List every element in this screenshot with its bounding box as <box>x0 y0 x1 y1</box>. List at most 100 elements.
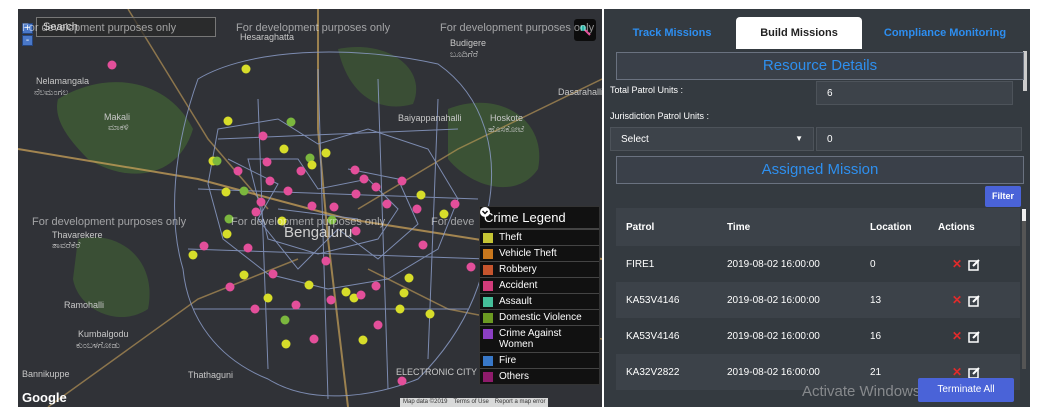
table-scrollbar[interactable] <box>1022 209 1026 369</box>
patrol-cell: KA53V4146 <box>626 294 680 306</box>
chevron-down-icon[interactable] <box>480 207 490 217</box>
mission-table: Patrol Time Location Actions FIRE1 2019-… <box>616 208 1020 390</box>
place-label: Kumbalgodu <box>78 329 129 339</box>
place-label: Ramohalli <box>64 300 105 310</box>
patrol-cell: KA53V4146 <box>626 330 680 342</box>
tab-track-missions[interactable]: Track Missions <box>608 17 736 49</box>
place-label: Makali <box>104 112 131 122</box>
assigned-mission-title: Assigned Mission <box>616 156 1024 184</box>
map-attribution: Map data ©2019 Terms of Use Report a map… <box>400 398 549 407</box>
legend-label: Accident <box>499 280 538 291</box>
legend-swatch <box>483 233 493 243</box>
time-cell: 2019-08-02 16:00:00 <box>727 366 820 378</box>
edit-icon[interactable] <box>968 330 981 343</box>
total-units-label: Total Patrol Units : <box>610 85 684 95</box>
delete-icon[interactable]: ✕ <box>952 329 962 343</box>
jurisdiction-units-field[interactable]: 0 <box>816 127 1022 151</box>
place-label: Budigere <box>450 38 487 48</box>
mission-panel: Track Missions Build Missions Compliance… <box>604 9 1030 407</box>
legend-label: Assault <box>499 296 532 307</box>
legend-title: Crime Legend <box>484 210 566 225</box>
legend-item-crime-against-women: Crime Against Women <box>480 325 599 352</box>
place-label: ಹೊಸಕೋಟೆ <box>488 124 525 134</box>
legend-header[interactable]: Crime Legend <box>480 207 599 229</box>
delete-icon[interactable]: ✕ <box>952 365 962 379</box>
table-scroll-thumb[interactable] <box>1022 209 1026 221</box>
delete-icon[interactable]: ✕ <box>952 257 962 271</box>
zoom-out-button[interactable]: - <box>22 35 33 46</box>
table-row: FIRE1 2019-08-02 16:00:00 0 ✕ <box>616 246 1020 282</box>
place-label: Thathaguni <box>188 370 234 380</box>
filter-button[interactable]: Filter <box>985 186 1021 207</box>
time-cell: 2019-08-02 16:00:00 <box>727 258 820 270</box>
legend-item-theft: Theft <box>480 229 599 245</box>
place-label: ELECTRONIC CITY <box>396 367 478 377</box>
terms-link[interactable]: Terms of Use <box>453 399 488 406</box>
patrol-cell: KA32V2822 <box>626 366 680 378</box>
table-header: Patrol Time Location Actions <box>616 208 1020 246</box>
edit-icon[interactable] <box>968 366 981 379</box>
dropdown-arrow-icon: ▼ <box>795 134 803 143</box>
legend-label: Robbery <box>499 264 537 275</box>
place-label: Baiyappanahalli <box>398 113 462 123</box>
place-label: Hesaraghatta <box>240 32 295 42</box>
place-label: Bannikuppe <box>22 369 70 379</box>
terminate-all-button[interactable]: Terminate All <box>918 378 1014 402</box>
location-cell: 13 <box>870 294 882 306</box>
legend-label: Domestic Violence <box>499 312 582 323</box>
crime-map[interactable]: Bengaluru + - Search For development pur… <box>18 9 602 407</box>
map-data-text: Map data ©2019 <box>403 399 448 405</box>
legend-item-assault: Assault <box>480 293 599 309</box>
total-units-field[interactable]: 6 <box>816 81 1013 105</box>
delete-icon[interactable]: ✕ <box>952 293 962 307</box>
edit-icon[interactable] <box>968 294 981 307</box>
legend-swatch <box>483 249 493 259</box>
legend-swatch <box>483 329 493 339</box>
report-error-link[interactable]: Report a map error <box>495 399 546 406</box>
location-cell: 21 <box>870 366 882 378</box>
edit-icon[interactable] <box>968 258 981 271</box>
location-cell: 0 <box>870 258 876 270</box>
legend-swatch <box>483 313 493 323</box>
actions-cell: ✕ <box>928 293 1020 307</box>
time-cell: 2019-08-02 16:00:00 <box>727 330 820 342</box>
place-label: ತಾವರೆಕೆರೆ <box>52 240 81 250</box>
legend-label: Others <box>499 371 530 382</box>
actions-cell: ✕ <box>928 329 1020 343</box>
dev-watermark: For development purposes only <box>440 22 595 34</box>
crime-legend: Crime Legend Theft Vehicle Theft Robbery… <box>479 206 600 385</box>
legend-item-others: Others <box>480 368 599 384</box>
tab-compliance-monitoring[interactable]: Compliance Monitoring <box>862 17 1028 49</box>
place-label: Hoskote <box>490 113 524 123</box>
resource-details-title: Resource Details <box>616 52 1024 80</box>
legend-label: Vehicle Theft <box>499 248 557 259</box>
place-label: Nelamangala <box>36 76 90 86</box>
legend-swatch <box>483 297 493 307</box>
actions-cell: ✕ <box>928 365 1020 379</box>
legend-label: Fire <box>499 355 517 366</box>
dev-watermark: For development purposes only <box>22 22 177 34</box>
col-actions: Actions <box>938 221 975 233</box>
legend-swatch <box>483 372 493 382</box>
table-row: KA53V4146 2019-08-02 16:00:00 16 ✕ <box>616 318 1020 354</box>
col-location: Location <box>870 221 912 233</box>
dev-watermark: For development purposes only <box>32 216 187 228</box>
col-time: Time <box>727 221 751 233</box>
place-label: ಕುಂಬಳಗೋಡು <box>76 340 121 350</box>
tab-build-missions[interactable]: Build Missions <box>736 17 862 49</box>
activate-windows-watermark: Activate Windows <box>802 383 921 400</box>
select-value: Select <box>621 134 649 145</box>
legend-swatch <box>483 281 493 291</box>
dev-watermark: For development purposes only <box>231 216 386 228</box>
place-label: ಬೂದಿಗೆರೆ <box>450 49 478 59</box>
legend-item-robbery: Robbery <box>480 261 599 277</box>
table-row: KA53V4146 2019-08-02 16:00:00 13 ✕ <box>616 282 1020 318</box>
location-cell: 16 <box>870 330 882 342</box>
legend-label: Crime Against Women <box>499 328 562 350</box>
legend-item-fire: Fire <box>480 352 599 368</box>
jurisdiction-select[interactable]: Select ▼ <box>610 127 814 151</box>
time-cell: 2019-08-02 16:00:00 <box>727 294 820 306</box>
legend-item-vehicle-theft: Vehicle Theft <box>480 245 599 261</box>
legend-item-domestic-violence: Domestic Violence <box>480 309 599 325</box>
place-label: ನೆಲಮಂಗಲ <box>34 87 69 97</box>
